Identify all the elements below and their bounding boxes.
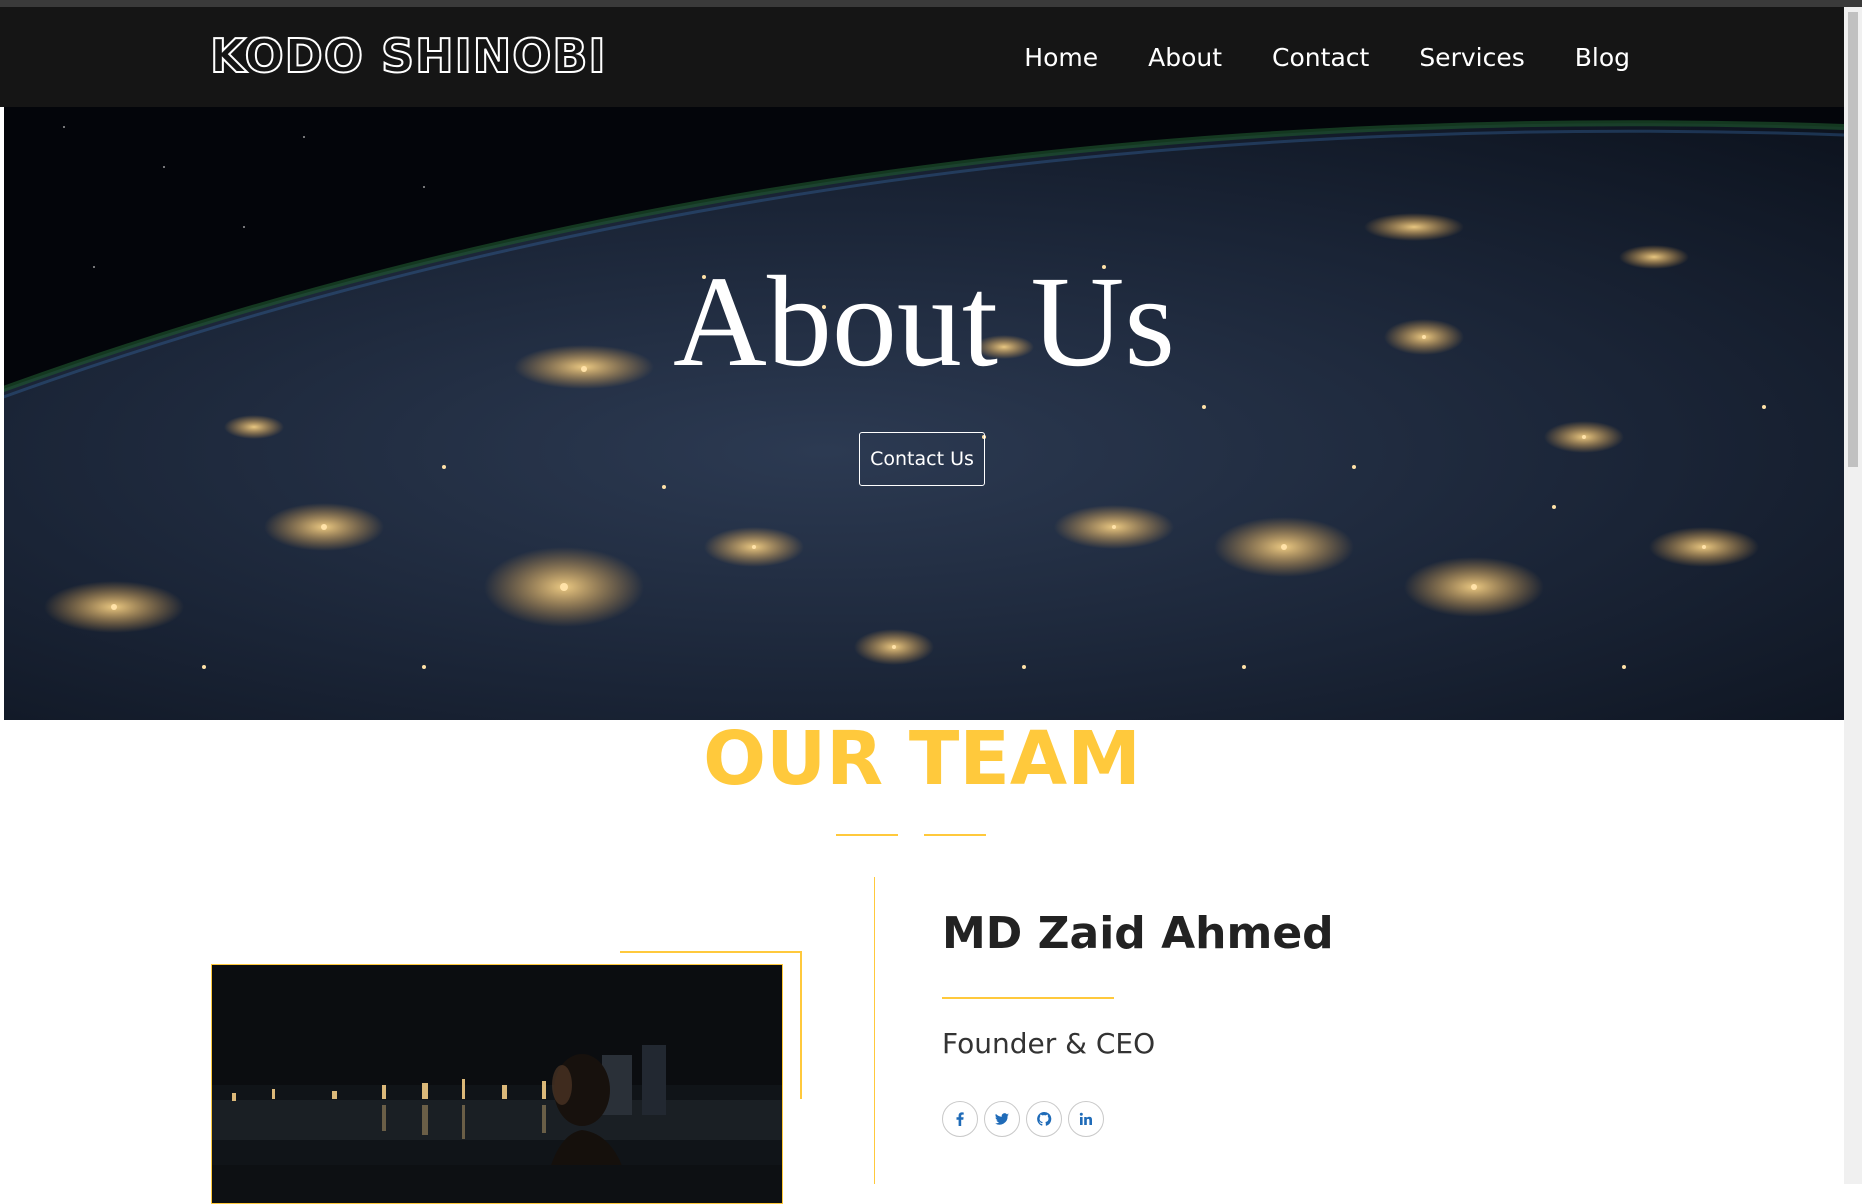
main-nav: Home About Contact Services Blog	[1024, 7, 1630, 107]
member-name: MD Zaid Ahmed	[942, 908, 1334, 959]
facebook-link[interactable]	[942, 1101, 978, 1137]
scrollbar-thumb[interactable]	[1848, 12, 1858, 467]
window-top-strip	[0, 0, 1862, 7]
social-links	[942, 1101, 1104, 1137]
member-role: Founder & CEO	[942, 1027, 1156, 1060]
nav-home[interactable]: Home	[1024, 43, 1098, 72]
hero-title: About Us	[673, 250, 1175, 394]
linkedin-link[interactable]	[1068, 1101, 1104, 1137]
member-divider	[942, 997, 1114, 999]
team-heading: OUR TEAM	[703, 716, 1141, 802]
hero-banner: About Us Contact Us	[4, 107, 1844, 720]
photo-frame-accent-top	[620, 951, 802, 953]
section-divider	[874, 877, 875, 1184]
navbar: KODO SHINOBI Home About Contact Services…	[0, 7, 1844, 107]
nav-about[interactable]: About	[1148, 43, 1222, 72]
github-icon	[1037, 1111, 1052, 1126]
heading-divider-left	[836, 834, 898, 836]
linkedin-icon	[1079, 1112, 1092, 1125]
earth-night-background	[4, 107, 1844, 720]
twitter-link[interactable]	[984, 1101, 1020, 1137]
member-photo	[211, 964, 783, 1204]
nav-services[interactable]: Services	[1419, 43, 1524, 72]
site-logo[interactable]: KODO SHINOBI	[209, 32, 607, 80]
twitter-icon	[995, 1113, 1009, 1125]
nav-blog[interactable]: Blog	[1575, 43, 1630, 72]
photo-frame-accent-side	[800, 951, 802, 1099]
contact-us-button[interactable]: Contact Us	[859, 432, 985, 486]
heading-divider-right	[924, 834, 986, 836]
github-link[interactable]	[1026, 1101, 1062, 1137]
facebook-icon	[956, 1112, 964, 1126]
nav-contact[interactable]: Contact	[1272, 43, 1369, 72]
